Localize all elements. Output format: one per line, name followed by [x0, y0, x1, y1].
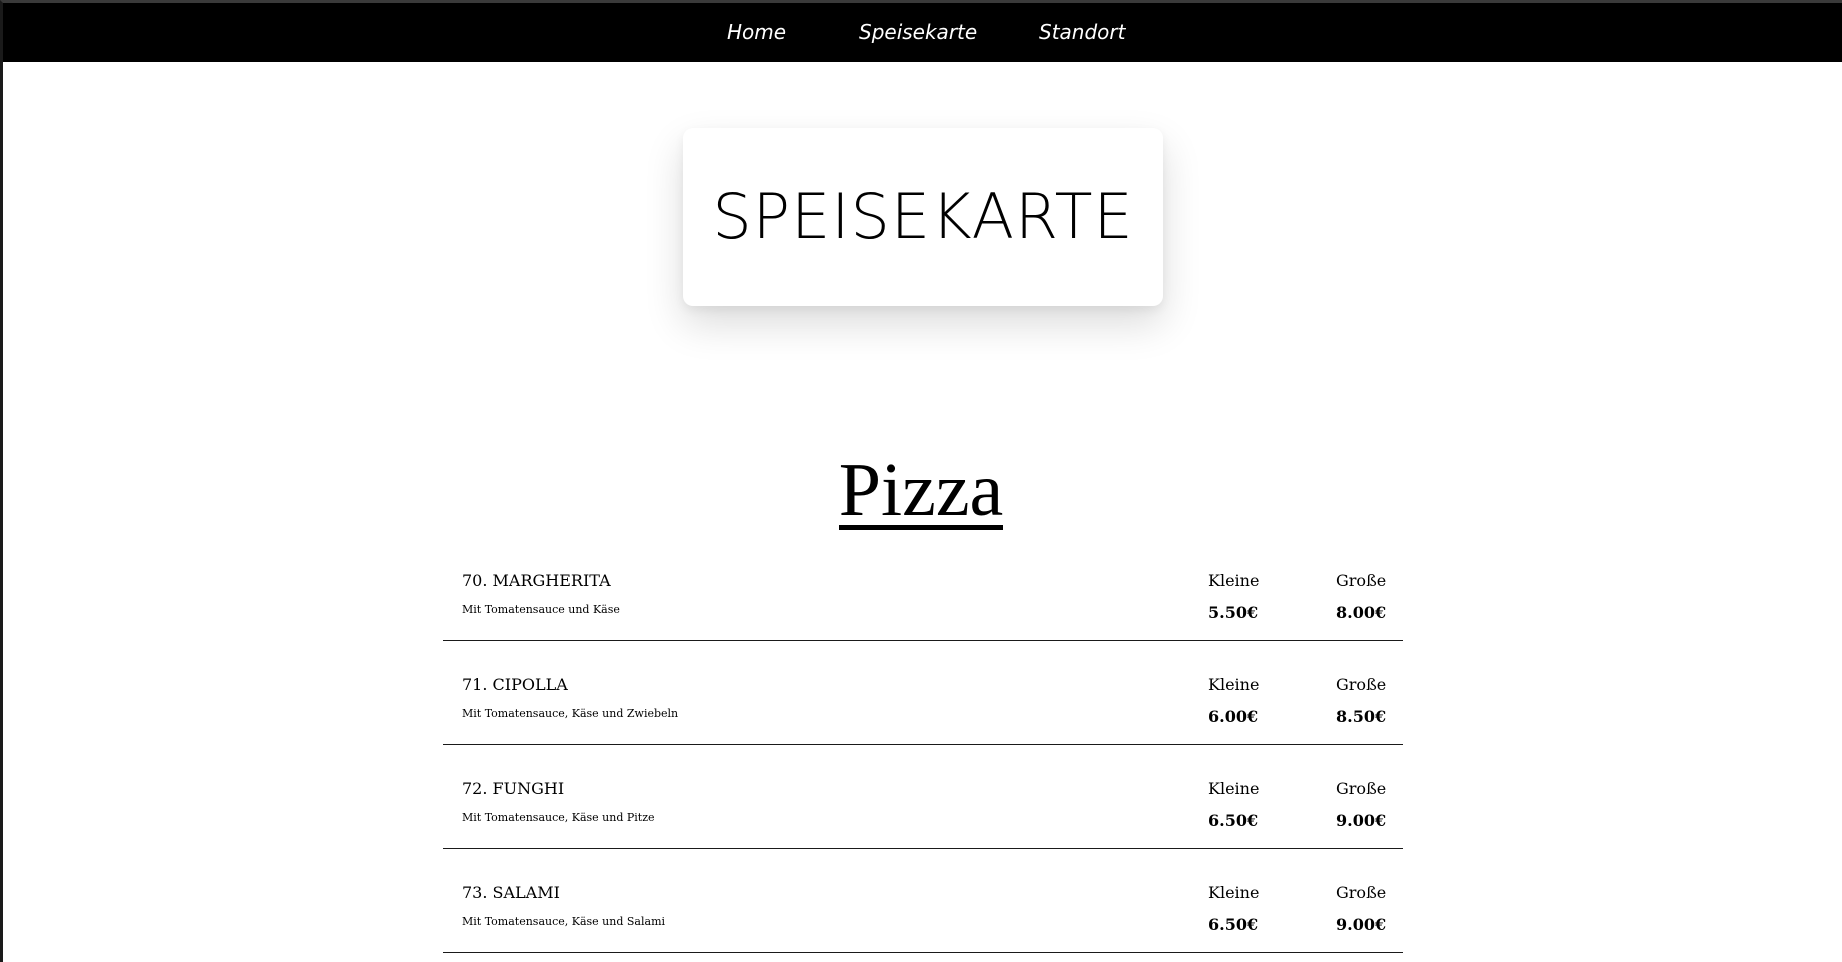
size-large-label: Große: [1336, 675, 1387, 694]
size-large-column: Große 9.00€: [1336, 779, 1386, 830]
item-description: Mit Tomatensauce, Käse und Pitze: [462, 811, 655, 824]
size-small-column: Kleine 5.50€: [1208, 571, 1259, 622]
size-small-column: Kleine 6.00€: [1208, 675, 1259, 726]
menu-list: 70. MARGHERITA Mit Tomatensauce und Käse…: [443, 537, 1403, 953]
size-small-label: Kleine: [1208, 883, 1260, 902]
price-small: 5.50€: [1208, 603, 1259, 622]
top-navbar: Home Speisekarte Standort: [3, 3, 1842, 62]
nav-link-home[interactable]: Home: [727, 20, 786, 44]
size-small-column: Kleine 6.50€: [1208, 779, 1259, 830]
size-large-column: Große 8.50€: [1336, 675, 1386, 726]
menu-item: 73. SALAMI Mit Tomatensauce, Käse und Sa…: [443, 849, 1403, 953]
item-name: 71. CIPOLLA: [462, 675, 568, 694]
price-small: 6.50€: [1208, 915, 1259, 934]
nav-link-standort[interactable]: Standort: [1039, 20, 1125, 44]
item-description: Mit Tomatensauce, Käse und Zwiebeln: [462, 707, 679, 720]
price-large: 9.00€: [1336, 811, 1387, 830]
size-small-label: Kleine: [1208, 571, 1260, 590]
menu-item: 71. CIPOLLA Mit Tomatensauce, Käse und Z…: [443, 641, 1403, 745]
item-description: Mit Tomatensauce, Käse und Salami: [462, 915, 666, 928]
page-title: SPEISEKARTE: [712, 180, 1134, 253]
size-large-label: Große: [1336, 571, 1387, 590]
price-large: 8.00€: [1336, 603, 1387, 622]
size-large-column: Große 8.00€: [1336, 571, 1386, 622]
size-large-label: Große: [1336, 779, 1387, 798]
size-large-label: Große: [1336, 883, 1387, 902]
section-heading-pizza: Pizza: [0, 452, 1842, 530]
price-large: 9.00€: [1336, 915, 1387, 934]
menu-item: 72. FUNGHI Mit Tomatensauce, Käse und Pi…: [443, 745, 1403, 849]
nav-link-speisekarte[interactable]: Speisekarte: [859, 20, 977, 44]
size-large-column: Große 9.00€: [1336, 883, 1386, 934]
size-small-column: Kleine 6.50€: [1208, 883, 1259, 934]
price-large: 8.50€: [1336, 707, 1387, 726]
menu-item: 70. MARGHERITA Mit Tomatensauce und Käse…: [443, 537, 1403, 641]
item-name: 70. MARGHERITA: [462, 571, 611, 590]
size-small-label: Kleine: [1208, 675, 1260, 694]
price-small: 6.50€: [1208, 811, 1259, 830]
item-description: Mit Tomatensauce und Käse: [462, 603, 620, 616]
price-small: 6.00€: [1208, 707, 1259, 726]
title-card: SPEISEKARTE: [683, 128, 1163, 306]
size-small-label: Kleine: [1208, 779, 1260, 798]
section-heading-text: Pizza: [838, 448, 1004, 532]
item-name: 72. FUNGHI: [462, 779, 565, 798]
item-name: 73. SALAMI: [462, 883, 560, 902]
